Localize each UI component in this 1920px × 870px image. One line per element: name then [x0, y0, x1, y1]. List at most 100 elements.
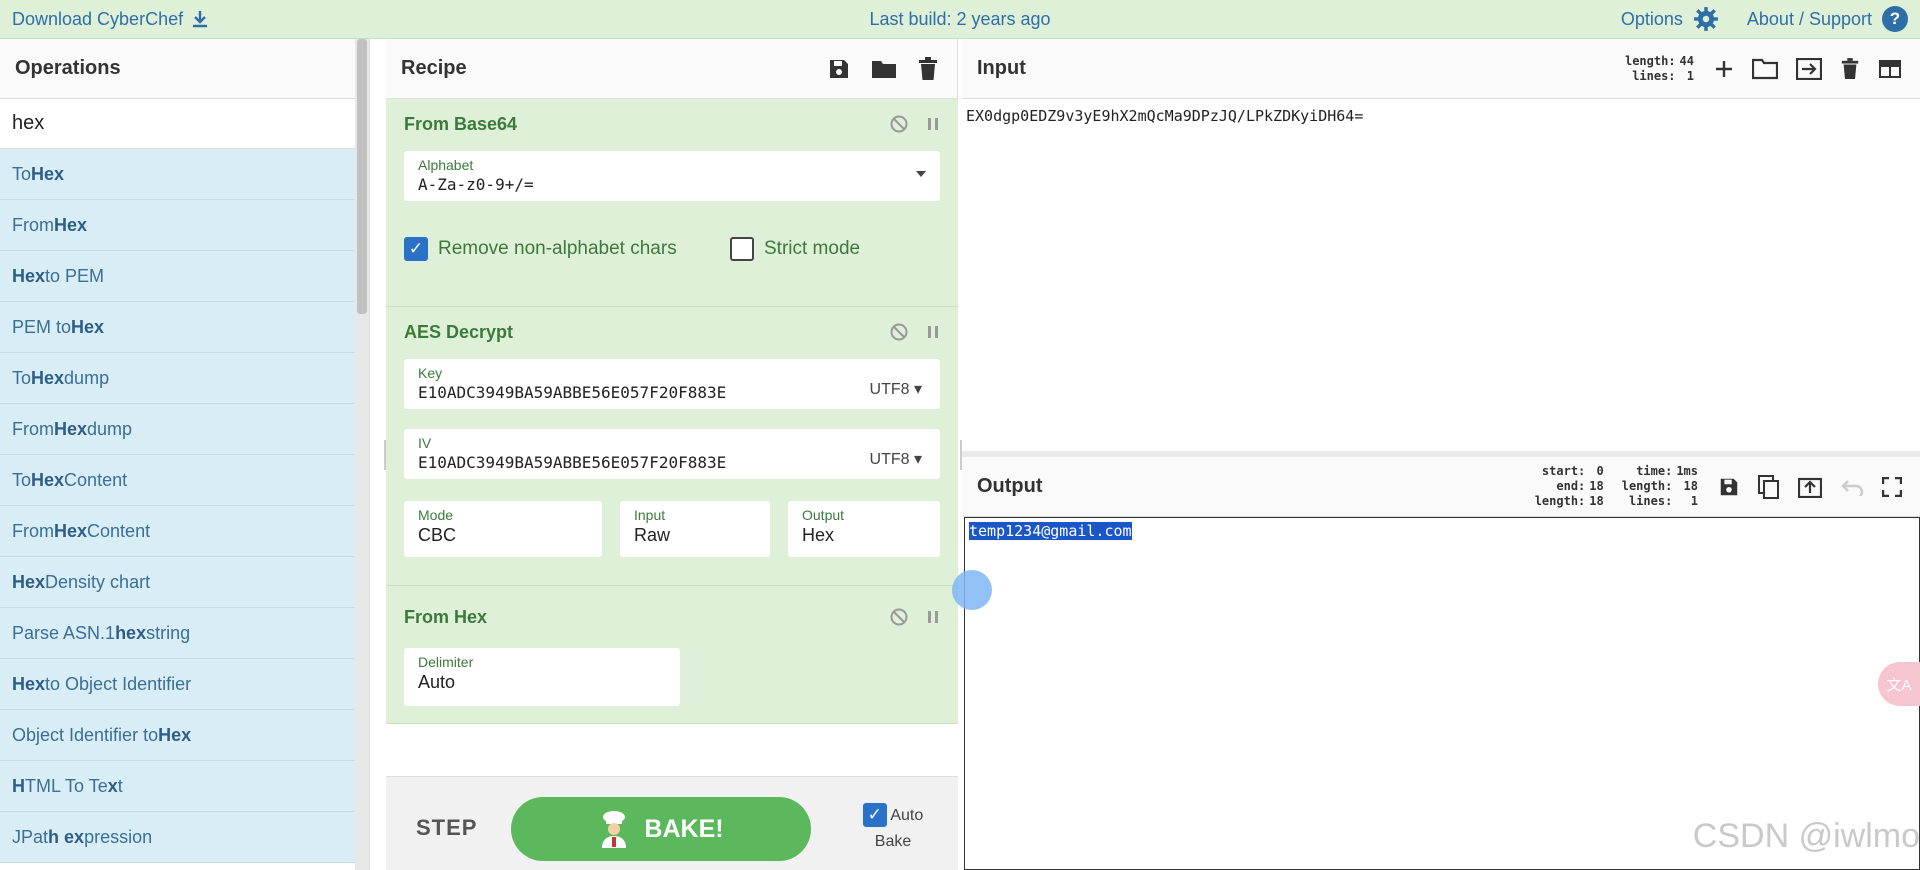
- checkbox-checked[interactable]: ✓: [404, 237, 428, 261]
- caret-down-icon[interactable]: [916, 171, 926, 177]
- operation-item[interactable]: Hex Density chart: [0, 557, 369, 608]
- checkbox-unchecked[interactable]: [730, 237, 754, 261]
- operation-text: TML To Te: [25, 775, 108, 796]
- output-format-field[interactable]: Output Hex: [788, 501, 940, 557]
- operation-match: Hex: [31, 367, 65, 388]
- delimiter-field[interactable]: Delimiter Auto: [404, 648, 680, 706]
- recipe-op-aes-decrypt[interactable]: AES Decrypt Key E10ADC3949BA59ABBE56E057…: [386, 307, 958, 586]
- input-text[interactable]: EX0dgp0EDZ9v3yE9hX2mQcMa9DPzJQ/LPkZDKyiD…: [962, 99, 1920, 133]
- key-encoding-dropdown[interactable]: UTF8 ▾: [870, 379, 922, 399]
- operation-text: dump: [64, 367, 110, 388]
- recipe-op-from-hex[interactable]: From Hex Delimiter Auto: [386, 586, 958, 724]
- operation-item[interactable]: H TML To Te x t: [0, 761, 369, 812]
- operation-text: to PEM: [45, 265, 105, 286]
- about-support-link[interactable]: About / Support: [1747, 9, 1872, 30]
- operations-search-input[interactable]: [12, 112, 352, 135]
- lines-label: lines:: [1628, 494, 1673, 508]
- pause-icon[interactable]: [926, 609, 940, 625]
- last-build: Last build: 2 years ago: [869, 8, 1051, 29]
- operations-panel: Operations To HexFrom HexHex to PEMPEM t…: [0, 39, 370, 870]
- input-title: Input: [977, 57, 1026, 79]
- mode-value: CBC: [418, 525, 457, 545]
- output-text[interactable]: temp1234@gmail.com: [969, 522, 1132, 540]
- alphabet-field[interactable]: Alphabet A-Za-z0-9+/=: [404, 151, 940, 201]
- disable-icon[interactable]: [890, 323, 908, 341]
- iv-label: IV: [418, 435, 432, 451]
- mode-label: Mode: [418, 507, 454, 523]
- remove-nonalphabet-checkbox[interactable]: ✓ Remove non-alphabet chars: [404, 237, 677, 261]
- operation-match: Hex: [31, 469, 65, 490]
- input-format-value: Raw: [634, 525, 671, 545]
- key-encoding: UTF8: [869, 381, 910, 398]
- copy-icon[interactable]: [1758, 474, 1780, 499]
- save-icon[interactable]: [827, 57, 851, 81]
- operation-item[interactable]: JPat h ex pression: [0, 812, 369, 863]
- iv-encoding-dropdown[interactable]: UTF8 ▾: [870, 449, 922, 469]
- undo-icon[interactable]: [1840, 478, 1864, 496]
- operation-text: Object Identifier to: [12, 724, 159, 745]
- operation-match: Hex: [54, 520, 88, 541]
- pause-icon[interactable]: [926, 116, 940, 132]
- checkbox-checked[interactable]: ✓: [862, 803, 887, 827]
- trash-icon[interactable]: [917, 56, 939, 81]
- save-icon[interactable]: [1718, 476, 1740, 498]
- translate-badge[interactable]: 文A: [1878, 662, 1920, 706]
- recipe-op-from-base64[interactable]: From Base64 Alphabet A-Za-z0-9+/= ✓ Remo…: [386, 99, 958, 307]
- recipe-panel: Recipe From Base64 Alphabet A-Za-z0-9+/=…: [386, 39, 958, 870]
- operation-text: pression: [84, 826, 153, 847]
- layout-icon[interactable]: [1878, 59, 1902, 79]
- alphabet-label: Alphabet: [418, 157, 474, 173]
- output-sel-length: 18: [1589, 494, 1604, 508]
- operations-scrollbar[interactable]: [355, 39, 369, 870]
- input-format-field[interactable]: Input Raw: [620, 501, 770, 557]
- output-length: 18: [1683, 479, 1698, 493]
- bake-area: STEP BAKE! ✓ Auto Bake: [386, 776, 958, 870]
- operation-item[interactable]: From Hex Content: [0, 506, 369, 557]
- scrollbar-thumb[interactable]: [357, 39, 367, 314]
- pause-icon[interactable]: [926, 324, 940, 340]
- gear-icon[interactable]: [1693, 6, 1719, 32]
- operation-item[interactable]: From Hex dump: [0, 404, 369, 455]
- step-button[interactable]: STEP: [416, 815, 477, 841]
- operation-text: JPat: [12, 826, 49, 847]
- remove-label: Remove non-alphabet chars: [438, 238, 677, 259]
- open-file-icon[interactable]: [1796, 57, 1822, 80]
- mode-field[interactable]: Mode CBC: [404, 501, 602, 557]
- folder-icon[interactable]: [871, 57, 897, 81]
- iv-field[interactable]: IV E10ADC3949BA59ABBE56E057F20F883E UTF8…: [404, 429, 940, 479]
- replace-input-icon[interactable]: [1798, 476, 1822, 498]
- key-field[interactable]: Key E10ADC3949BA59ABBE56E057F20F883E UTF…: [404, 359, 940, 409]
- operation-item[interactable]: To Hex dump: [0, 353, 369, 404]
- output-time: 1ms: [1676, 464, 1698, 478]
- operations-search[interactable]: [0, 99, 369, 149]
- operation-match: Hex: [54, 418, 88, 439]
- maximise-icon[interactable]: [1882, 476, 1902, 497]
- operation-text: string: [146, 622, 191, 643]
- open-folder-icon[interactable]: [1752, 58, 1778, 80]
- operation-item[interactable]: Hex to Object Identifier: [0, 659, 369, 710]
- auto-bake-checkbox[interactable]: ✓ Auto Bake: [848, 803, 938, 851]
- length-label: length:: [1621, 479, 1673, 493]
- op-title: AES Decrypt: [404, 321, 514, 342]
- help-icon[interactable]: ?: [1882, 6, 1908, 32]
- time-label: time:: [1636, 464, 1673, 478]
- strict-mode-checkbox[interactable]: Strict mode: [730, 237, 860, 261]
- operation-item[interactable]: PEM to Hex: [0, 302, 369, 353]
- trash-icon[interactable]: [1840, 57, 1860, 80]
- disable-icon[interactable]: [890, 608, 908, 626]
- operation-item[interactable]: To Hex: [0, 149, 369, 200]
- operation-item[interactable]: To Hex Content: [0, 455, 369, 506]
- operation-item[interactable]: Parse ASN.1 hex string: [0, 608, 369, 659]
- add-icon[interactable]: [1714, 59, 1734, 79]
- output-start: 0: [1596, 464, 1604, 478]
- bake-button[interactable]: BAKE!: [511, 797, 811, 861]
- operation-item[interactable]: Hex to PEM: [0, 251, 369, 302]
- operation-item[interactable]: Object Identifier to Hex: [0, 710, 369, 761]
- disable-icon[interactable]: [890, 115, 908, 133]
- recipe-header: Recipe: [386, 39, 957, 99]
- operations-list: To Hex From Hex Hex to PEM PEM to Hex To Hex…: [0, 149, 369, 863]
- operation-text: From: [12, 418, 54, 439]
- options-link[interactable]: Options: [1621, 9, 1683, 30]
- operation-item[interactable]: From Hex: [0, 200, 369, 251]
- download-link[interactable]: Download CyberChef: [12, 9, 209, 30]
